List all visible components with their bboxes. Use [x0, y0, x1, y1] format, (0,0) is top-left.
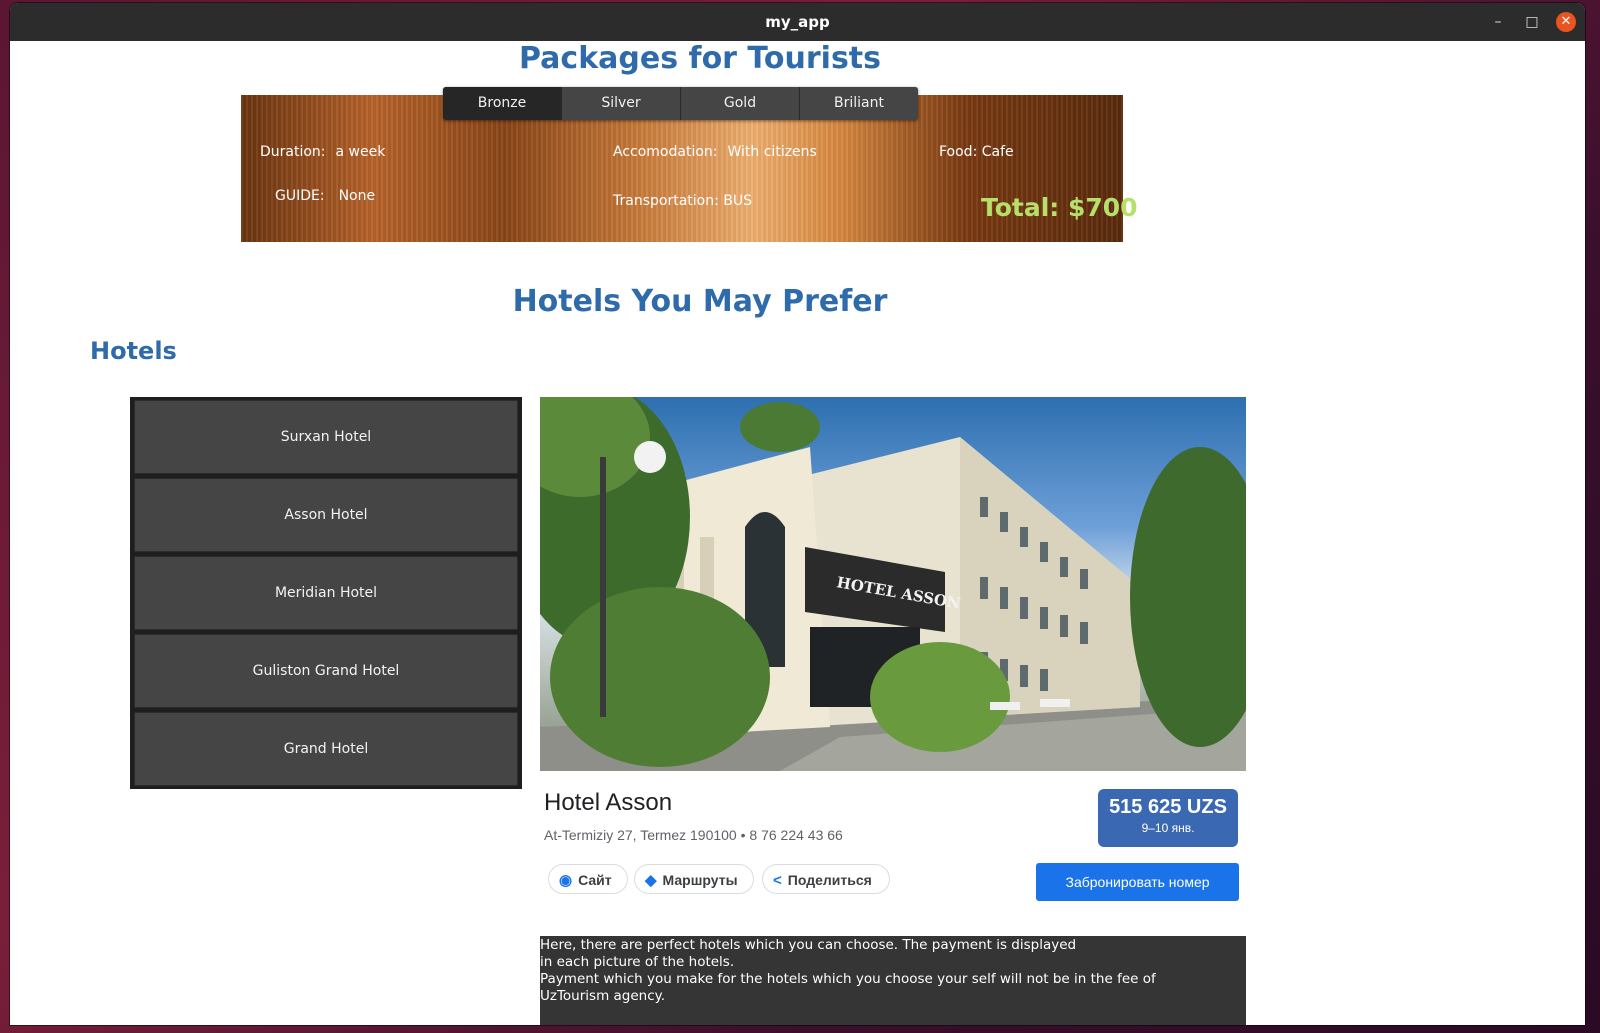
share-chip: < Поделиться	[762, 864, 890, 894]
guide-field: GUIDE: None	[275, 188, 375, 204]
tab-gold[interactable]: Gold	[681, 87, 800, 120]
routes-chip: ◆ Маршруты	[634, 864, 754, 894]
routes-chip-label: Маршруты	[662, 872, 738, 888]
hotel-info-panel: Hotel Asson At-Termiziy 27, Termez 19010…	[540, 771, 1246, 906]
hotel-price: 515 625 UZS	[1109, 796, 1227, 818]
hotel-list: Surxan Hotel Asson Hotel Meridian Hotel …	[130, 397, 522, 789]
info-line-3: Payment which you make for the hotels wh…	[540, 971, 1156, 987]
info-line-1: Here, there are perfect hotels which you…	[540, 937, 1077, 953]
accommodation-field: Accomodation: With citizens	[613, 144, 817, 160]
hotel-illustration: HOTEL ASSON	[540, 397, 1246, 771]
duration-value: a week	[335, 144, 386, 160]
duration-label: Duration:	[260, 144, 326, 160]
hotels-subheading: Hotels	[90, 337, 177, 365]
maximize-icon[interactable]: □	[1522, 12, 1542, 32]
hotel-button-guliston-grand[interactable]: Guliston Grand Hotel	[134, 634, 518, 708]
title-bar[interactable]: my_app – □ ✕	[10, 3, 1585, 41]
close-icon[interactable]: ✕	[1556, 12, 1576, 32]
hotel-dates: 9–10 янв.	[1141, 821, 1195, 835]
package-tabs: Bronze Silver Gold Briliant	[443, 87, 918, 120]
hotel-address: At-Termiziy 27, Termez 190100 • 8 76 224…	[544, 827, 843, 843]
food-field: Food: Cafe	[939, 144, 1014, 160]
site-chip-label: Сайт	[578, 872, 612, 888]
hotel-button-grand[interactable]: Grand Hotel	[134, 712, 518, 786]
hotel-price-box: 515 625 UZS 9–10 янв.	[1098, 789, 1238, 847]
share-chip-label: Поделиться	[787, 872, 872, 888]
directions-icon: ◆	[645, 872, 657, 889]
hotel-photo: HOTEL ASSON	[540, 397, 1246, 771]
guide-label: GUIDE:	[275, 188, 325, 204]
info-line-4: UzTourism agency.	[540, 988, 665, 1004]
hotels-prefer-heading: Hotels You May Prefer	[512, 284, 888, 319]
main-content: Packages for Tourists Duration: a week GU…	[10, 41, 1585, 1025]
duration-field: Duration: a week	[260, 144, 385, 160]
share-icon: <	[773, 872, 782, 889]
hotel-card-image: HOTEL ASSON Hotel Asson At-Termiziy 27, …	[540, 397, 1246, 906]
minimize-icon[interactable]: –	[1488, 12, 1508, 32]
info-text-box: Here, there are perfect hotels which you…	[540, 936, 1246, 1025]
packages-heading: Packages for Tourists	[518, 41, 881, 76]
tab-silver[interactable]: Silver	[562, 87, 681, 120]
info-line-2: in each picture of the hotels.	[540, 954, 735, 970]
window-title: my_app	[765, 13, 830, 31]
tab-briliant[interactable]: Briliant	[800, 87, 918, 120]
hotel-button-asson[interactable]: Asson Hotel	[134, 478, 518, 552]
hotel-button-meridian[interactable]: Meridian Hotel	[134, 556, 518, 630]
globe-icon: ◉	[559, 872, 573, 889]
book-room-button: Забронировать номер	[1036, 863, 1239, 901]
accommodation-value: With citizens	[727, 144, 817, 160]
hotel-button-surxan[interactable]: Surxan Hotel	[134, 400, 518, 474]
tab-bronze[interactable]: Bronze	[443, 87, 562, 120]
total-price: Total: $700	[981, 193, 1138, 222]
guide-value: None	[338, 188, 376, 204]
app-window: my_app – □ ✕ Packages for Tourists Durat…	[10, 3, 1585, 1025]
site-chip: ◉ Сайт	[548, 864, 628, 894]
hotel-name: Hotel Asson	[544, 789, 673, 816]
transportation-field: Transportation: BUS	[613, 193, 752, 209]
accommodation-label: Accomodation:	[613, 144, 718, 160]
